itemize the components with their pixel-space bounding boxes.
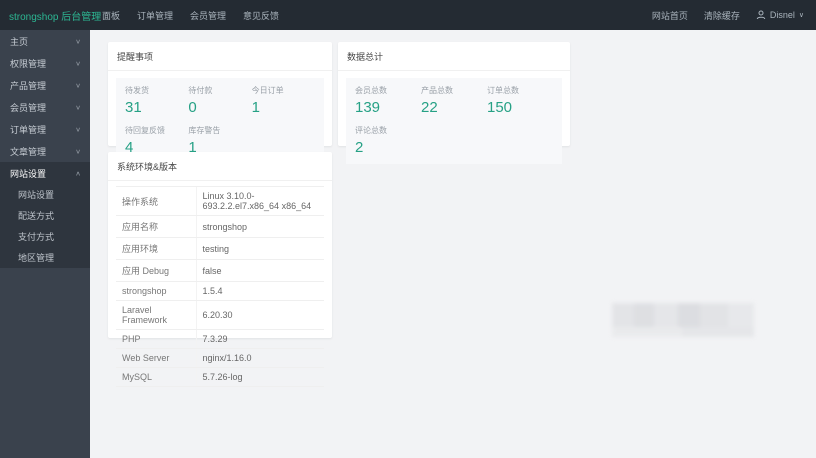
user-icon bbox=[756, 10, 766, 20]
stat-comment-total[interactable]: 评论总数 2 bbox=[355, 125, 421, 156]
topnav-item-members[interactable]: 会员管理 bbox=[190, 9, 226, 22]
stat-member-total[interactable]: 会员总数 139 bbox=[355, 85, 421, 116]
sidebar-item-home[interactable]: 主页 ∨ bbox=[0, 30, 90, 52]
sidebar-item-articles[interactable]: 文章管理 ∨ bbox=[0, 140, 90, 162]
chevron-down-icon: ∨ bbox=[75, 103, 81, 111]
sidebar-subitem-shipping-method[interactable]: 配送方式 bbox=[0, 205, 90, 226]
sidebar-item-site-settings[interactable]: 网站设置 ∧ bbox=[0, 162, 90, 184]
table-row: 应用环境 testing bbox=[116, 237, 324, 260]
topnav-item-orders[interactable]: 订单管理 bbox=[137, 9, 173, 22]
sidebar-group-site-settings: 网站设置 ∧ 网站设置 配送方式 支付方式 地区管理 bbox=[0, 162, 90, 268]
stat-unpaid[interactable]: 待付款 0 bbox=[188, 85, 251, 116]
table-row: Laravel Framework 6.20.30 bbox=[116, 300, 324, 330]
sidebar-item-members[interactable]: 会员管理 ∨ bbox=[0, 96, 90, 118]
stat-product-total[interactable]: 产品总数 22 bbox=[421, 85, 487, 116]
table-row: Web Server nginx/1.16.0 bbox=[116, 348, 324, 368]
sidebar-subitem-region-manage[interactable]: 地区管理 bbox=[0, 247, 90, 268]
chevron-down-icon: ∨ bbox=[75, 37, 81, 45]
card-title: 提醒事项 bbox=[108, 42, 332, 71]
card-title: 系统环境&版本 bbox=[108, 152, 332, 181]
chevron-down-icon: ∨ bbox=[75, 125, 81, 133]
topnav-item-feedback[interactable]: 意见反馈 bbox=[243, 9, 279, 22]
table-row: strongshop 1.5.4 bbox=[116, 281, 324, 301]
card-totals: 数据总计 会员总数 139 产品总数 22 订单总数 150 评论总数 2 bbox=[338, 42, 570, 164]
card-reminders: 提醒事项 待发货 31 待付款 0 今日订单 1 待回复反馈 4 库存警告 1 bbox=[108, 42, 332, 164]
stat-to-ship[interactable]: 待发货 31 bbox=[125, 85, 188, 116]
sidebar-subitem-payment-method[interactable]: 支付方式 bbox=[0, 226, 90, 247]
chevron-down-icon: ∨ bbox=[75, 147, 81, 155]
chevron-up-icon: ∧ bbox=[75, 169, 81, 177]
topnav-item-panel[interactable]: 面板 bbox=[102, 9, 120, 22]
table-row: 应用 Debug false bbox=[116, 259, 324, 282]
admin-dashboard: strongshop 后台管理 面板 订单管理 会员管理 意见反馈 网站首页 清… bbox=[0, 0, 816, 458]
stat-today-orders[interactable]: 今日订单 1 bbox=[252, 85, 315, 116]
chevron-down-icon: ∨ bbox=[798, 12, 804, 19]
table-row: PHP 7.3.29 bbox=[116, 329, 324, 349]
stat-order-total[interactable]: 订单总数 150 bbox=[487, 85, 553, 116]
chevron-down-icon: ∨ bbox=[75, 81, 81, 89]
chevron-down-icon: ∨ bbox=[75, 59, 81, 67]
user-name: Disnel bbox=[769, 10, 795, 20]
clear-cache-link[interactable]: 清除缓存 bbox=[704, 9, 740, 22]
table-row: 应用名称 strongshop bbox=[116, 215, 324, 238]
sidebar: 主页 ∨ 权限管理 ∨ 产品管理 ∨ 会员管理 ∨ 订单管理 ∨ 文章管理 ∨ … bbox=[0, 30, 90, 458]
table-row: 操作系统 Linux 3.10.0-693.2.2.el7.x86_64 x86… bbox=[116, 186, 324, 216]
sidebar-item-orders[interactable]: 订单管理 ∨ bbox=[0, 118, 90, 140]
sidebar-item-products[interactable]: 产品管理 ∨ bbox=[0, 74, 90, 96]
card-system-env: 系统环境&版本 操作系统 Linux 3.10.0-693.2.2.el7.x8… bbox=[108, 152, 332, 387]
blurred-watermark bbox=[612, 303, 754, 337]
totals-stats: 会员总数 139 产品总数 22 订单总数 150 评论总数 2 bbox=[346, 78, 562, 164]
user-menu[interactable]: Disnel ∨ bbox=[756, 10, 804, 20]
card-title: 数据总计 bbox=[338, 42, 570, 71]
topbar-right: 网站首页 清除缓存 Disnel ∨ bbox=[652, 9, 816, 22]
sidebar-subitem-site-settings[interactable]: 网站设置 bbox=[0, 184, 90, 205]
sidebar-item-permissions[interactable]: 权限管理 ∨ bbox=[0, 52, 90, 74]
app-logo[interactable]: strongshop 后台管理 bbox=[0, 8, 101, 23]
main-content: 提醒事项 待发货 31 待付款 0 今日订单 1 待回复反馈 4 库存警告 1 … bbox=[90, 30, 816, 458]
site-home-link[interactable]: 网站首页 bbox=[652, 9, 688, 22]
top-navigation: 面板 订单管理 会员管理 意见反馈 bbox=[102, 9, 279, 22]
topbar: strongshop 后台管理 面板 订单管理 会员管理 意见反馈 网站首页 清… bbox=[0, 0, 816, 30]
system-env-table: 操作系统 Linux 3.10.0-693.2.2.el7.x86_64 x86… bbox=[116, 186, 324, 387]
table-row: MySQL 5.7.26-log bbox=[116, 367, 324, 387]
